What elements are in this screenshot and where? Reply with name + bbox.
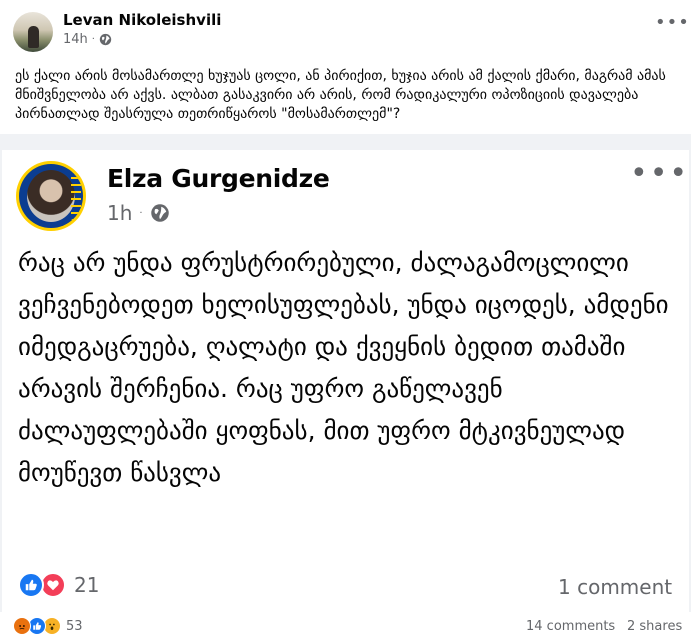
like-icon (18, 572, 44, 598)
globe-icon[interactable] (99, 33, 112, 46)
post-shares-link[interactable]: 2 shares (627, 619, 682, 634)
shared-post-text: რაც არ უნდა ფრუსტრირებული, ძალაგამოცლილი… (18, 248, 669, 487)
more-options-icon[interactable]: ••• (630, 159, 689, 189)
outer-post-footer: 53 14 comments 2 shares (0, 612, 691, 639)
separator-dot: · (139, 207, 143, 219)
shared-post[interactable]: Elza Gurgenidze 1h · ••• რაც არ უნდა ფრუ… (2, 150, 689, 639)
post-time[interactable]: 14h (63, 32, 88, 47)
more-options-icon[interactable]: ••• (655, 12, 690, 33)
post-reactions[interactable]: 53 (13, 617, 83, 635)
author-name[interactable]: Levan Nikoleishvili (63, 11, 221, 29)
shared-comments-link[interactable]: 1 comment (558, 575, 672, 599)
shared-author-name[interactable]: Elza Gurgenidze (107, 164, 330, 193)
separator-dot: · (91, 34, 95, 45)
post-text: ეს ქალი არის მოსამართლე ხუჯუას ცოლი, ან … (15, 68, 666, 122)
shared-reactions[interactable]: 21 (18, 572, 99, 598)
shared-post-meta: 1h · (107, 201, 170, 225)
shared-post-card: Elza Gurgenidze 1h · ••• რაც არ უნდა ფრუ… (0, 134, 691, 639)
angry-icon (13, 617, 31, 635)
shared-author-avatar[interactable] (16, 161, 86, 231)
post-comments-link[interactable]: 14 comments (526, 619, 615, 634)
outer-post-header: Levan Nikoleishvili 14h · ••• (0, 0, 691, 58)
post-meta: 14h · (63, 32, 112, 47)
shared-reaction-count[interactable]: 21 (74, 573, 99, 597)
globe-icon[interactable] (150, 203, 170, 223)
post-reaction-count[interactable]: 53 (66, 619, 83, 634)
author-avatar[interactable] (13, 12, 53, 52)
shared-post-time[interactable]: 1h (107, 201, 132, 225)
